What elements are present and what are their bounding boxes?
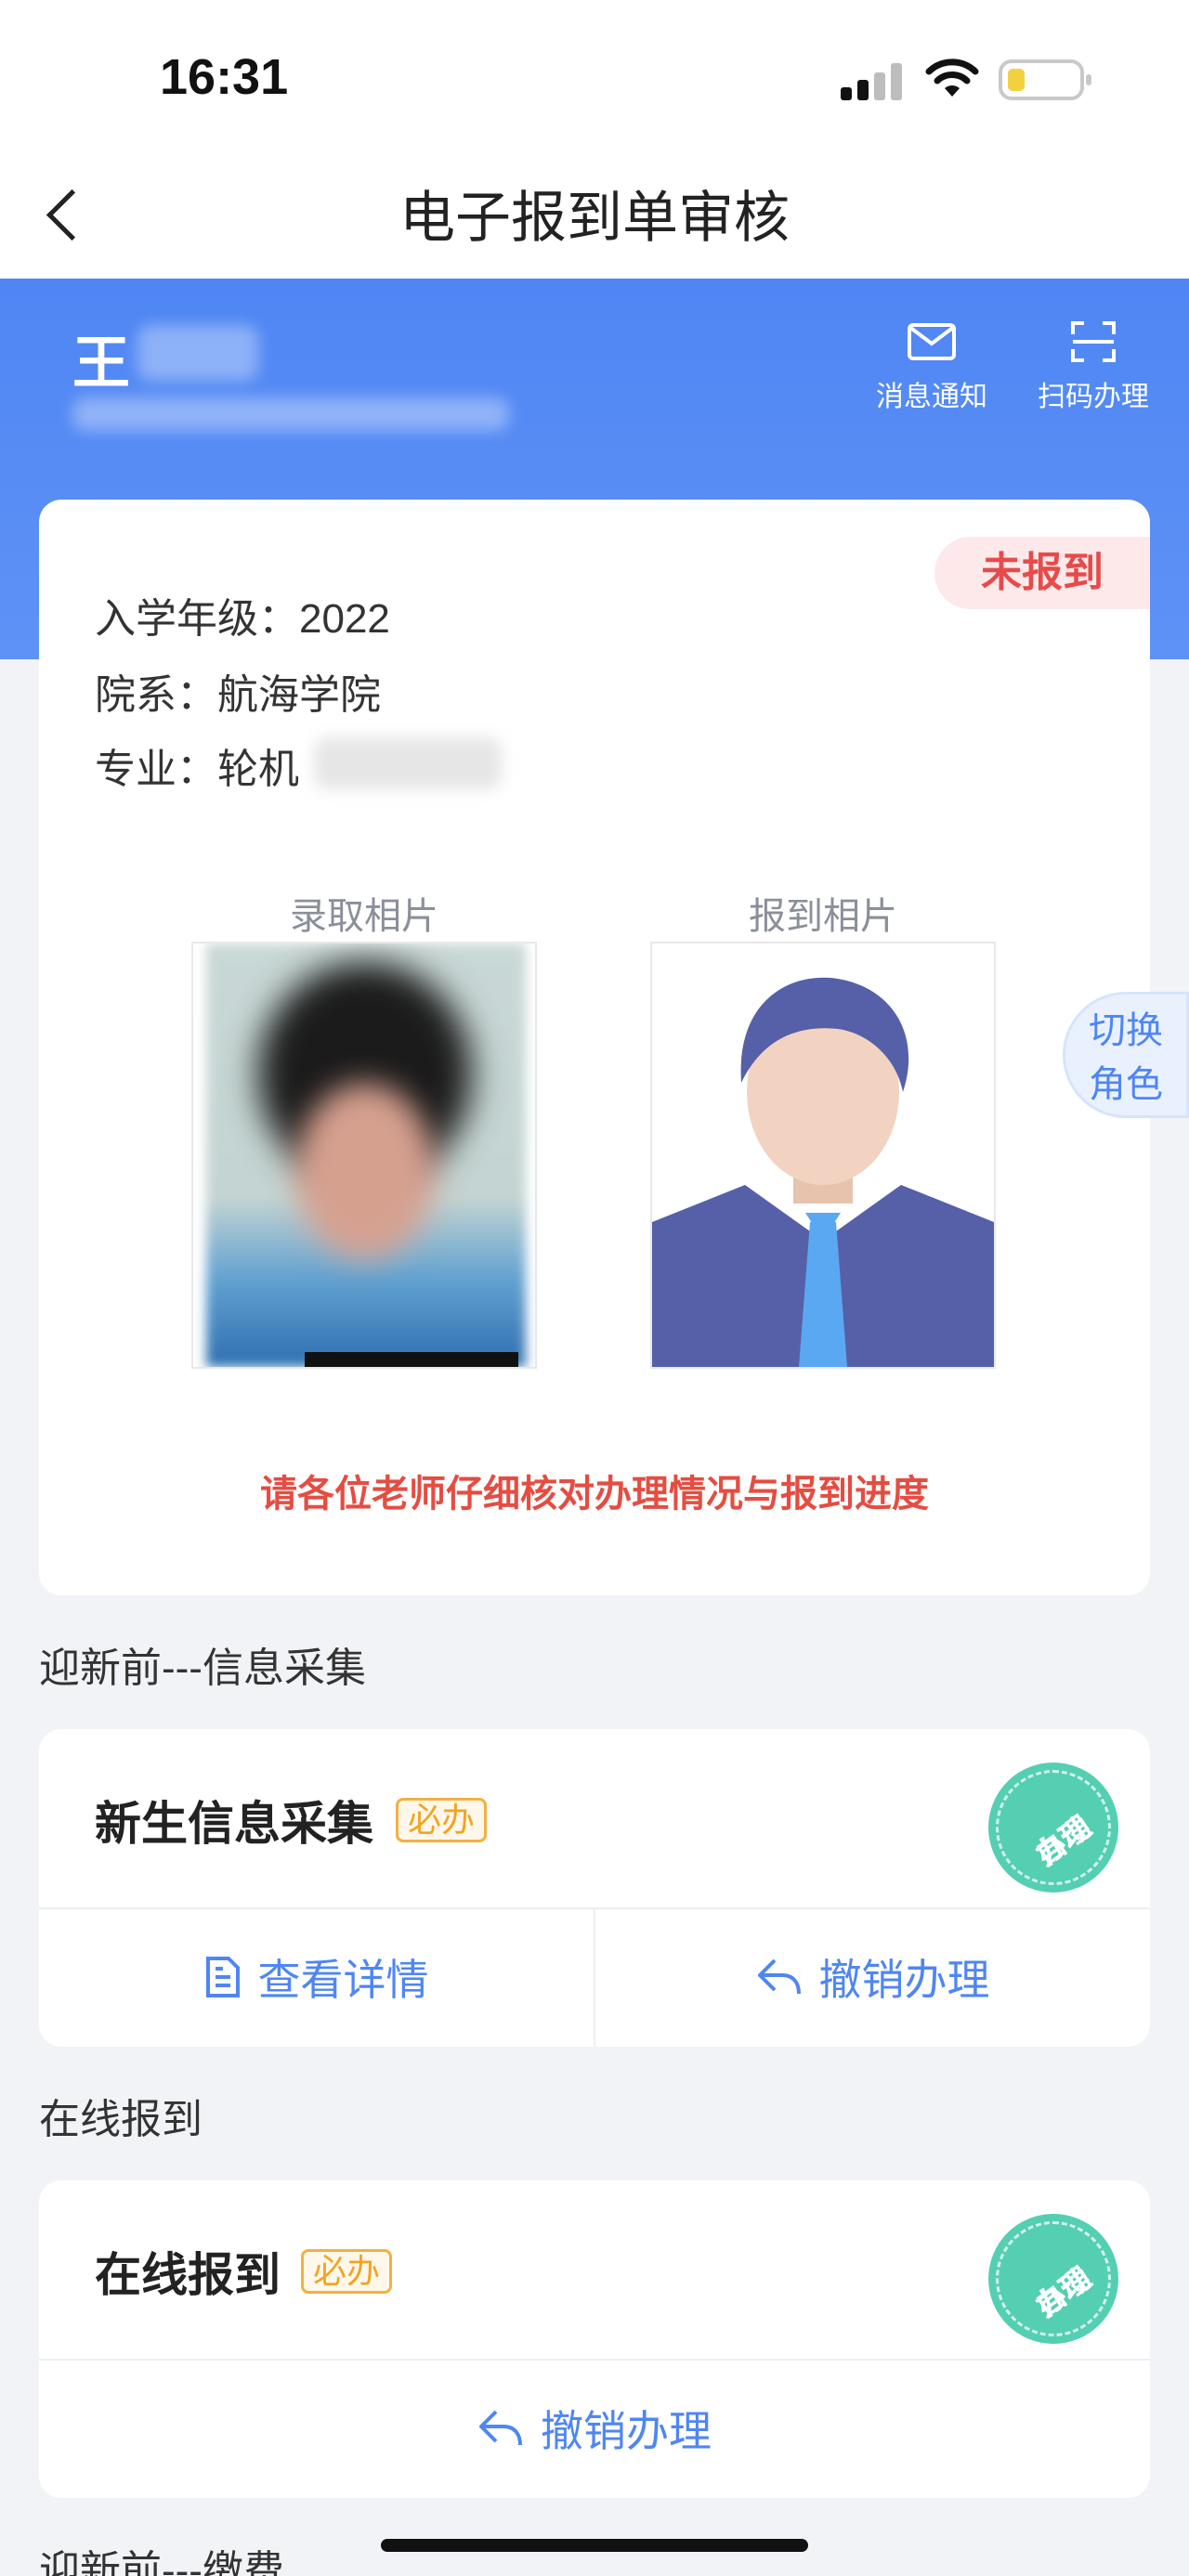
battery-icon (999, 59, 1091, 100)
status-bar: 16:31 (0, 0, 1189, 158)
department-text: 院系：航海学院 (95, 672, 381, 718)
page-title: 电子报到单审核 (399, 187, 790, 249)
scan-icon (1071, 321, 1116, 362)
document-icon (205, 1957, 240, 1997)
wifi-icon (925, 59, 979, 97)
task-card-info-collection: 新生信息采集 必办 自动 办理 查看详情 撤销办理 (39, 1729, 1150, 2047)
revoke-button[interactable]: 撤销办理 (39, 2361, 1150, 2496)
signal-icon (841, 63, 906, 100)
auto-processed-stamp: 自动 办理 (988, 1763, 1118, 1893)
auto-processed-stamp: 自动 办理 (988, 2214, 1118, 2344)
status-badge: 未报到 (934, 537, 1150, 609)
required-tag: 必办 (396, 1798, 488, 1842)
section-title-payment: 迎新前---缴费 (39, 2548, 284, 2576)
checkin-photo-label: 报到相片 (749, 896, 897, 937)
grade-text: 入学年级：2022 (95, 596, 390, 642)
admission-photo-label: 录取相片 (290, 896, 438, 937)
status-time: 16:31 (160, 49, 289, 105)
undo-icon (479, 2410, 522, 2446)
redacted-major (314, 737, 502, 789)
scan-button[interactable]: 扫码办理 (1028, 319, 1158, 414)
view-details-button[interactable]: 查看详情 (39, 1909, 594, 2045)
switch-role-button[interactable]: 切换 角色 (1063, 992, 1189, 1118)
mail-icon (908, 323, 956, 360)
user-name: 王 (72, 332, 131, 396)
student-info-card: 未报到 入学年级：2022 院系：航海学院 专业：轮机 录取相片 报到相片 请各… (39, 500, 1150, 1595)
revoke-button[interactable]: 撤销办理 (595, 1909, 1150, 2045)
home-indicator (381, 2539, 808, 2552)
redacted-name (137, 325, 258, 381)
checkin-photo-placeholder (650, 942, 996, 1369)
section-title-info-collection: 迎新前---信息采集 (39, 1646, 366, 1691)
undo-icon (757, 1958, 801, 1995)
nav-bar: 电子报到单审核 (0, 158, 1189, 279)
task-name: 在线报到 (95, 2249, 281, 2301)
review-notice: 请各位老师仔细核对办理情况与报到进度 (260, 1474, 929, 1515)
task-name: 新生信息采集 (95, 1798, 373, 1850)
message-notification-button[interactable]: 消息通知 (867, 319, 997, 414)
major-text: 专业：轮机 (95, 747, 299, 792)
task-card-online-checkin: 在线报到 必办 自动 办理 撤销办理 (39, 2180, 1150, 2498)
person-avatar-icon (652, 943, 994, 1367)
required-tag: 必办 (301, 2249, 393, 2294)
section-title-online-checkin: 在线报到 (39, 2097, 203, 2142)
redacted-student-id (72, 397, 509, 431)
admission-photo (191, 942, 537, 1369)
